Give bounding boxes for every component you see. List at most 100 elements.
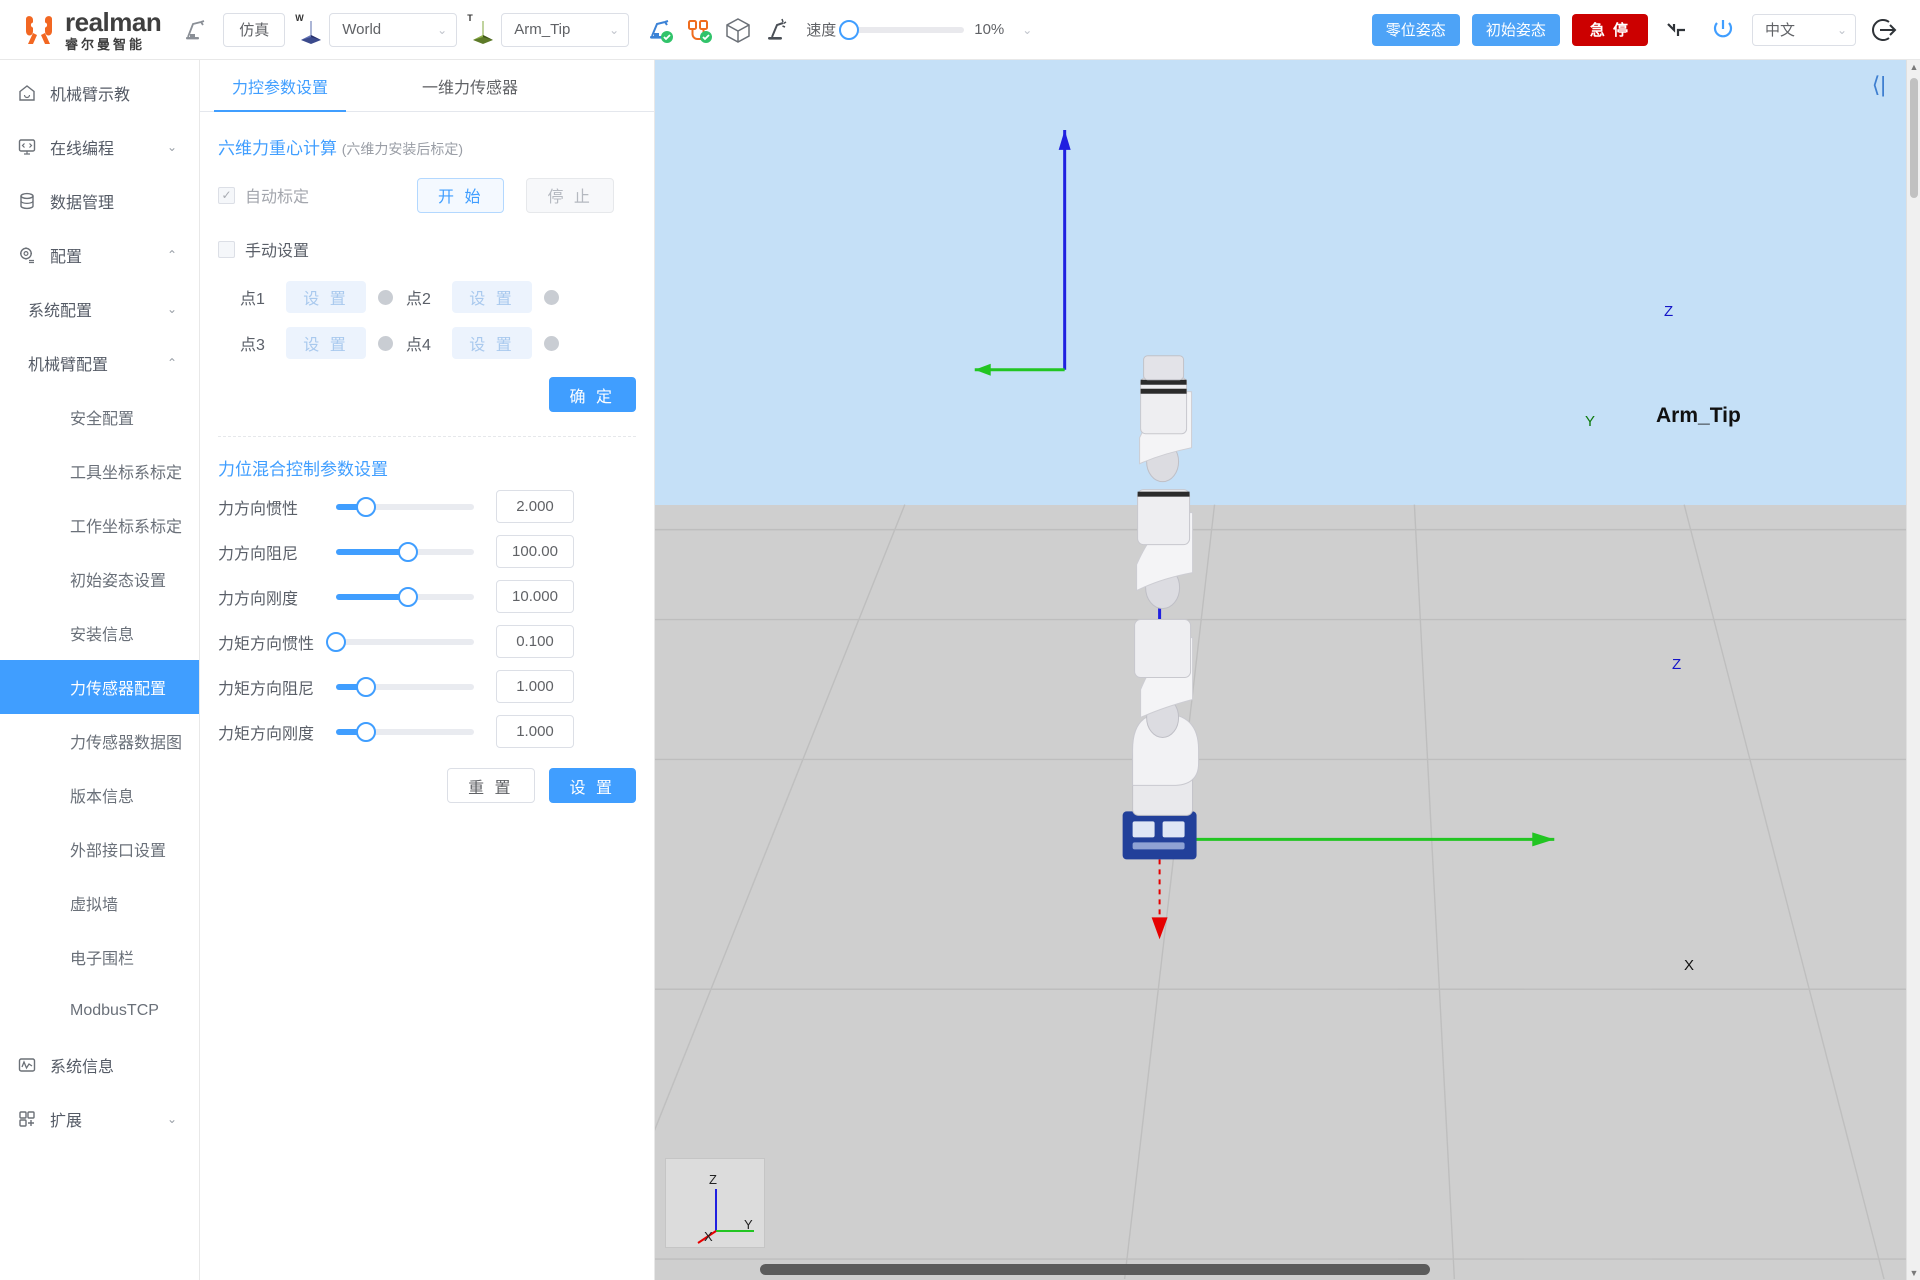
param-slider-force-stiffness[interactable] <box>336 586 474 607</box>
auto-calibration-checkbox[interactable]: ✓ <box>218 186 235 204</box>
param-slider-torque-inertia[interactable] <box>326 631 474 652</box>
world-frame-select[interactable]: World ⌄ <box>329 12 458 47</box>
param-input-torque-stiffness[interactable] <box>496 715 574 748</box>
world-z-label: Z <box>1664 303 1674 320</box>
sidebar-item-online-programming[interactable]: 在线编程 ⌄ <box>0 120 199 174</box>
stop-button[interactable]: 停 止 <box>526 177 614 213</box>
sidebar-item-version-info[interactable]: 版本信息 <box>0 768 199 822</box>
force-control-panel: 力控参数设置 一维力传感器 六维力重心计算 (六维力安装后标定) ✓ 自动标定 … <box>200 60 655 1280</box>
brand-name: realman <box>65 6 162 37</box>
slider-knob[interactable] <box>356 676 377 697</box>
point-label: 点3 <box>240 337 265 354</box>
param-input-torque-damping[interactable] <box>496 670 574 703</box>
collapse-panel-icon[interactable]: ⟨| <box>1872 72 1886 98</box>
param-input-force-damping[interactable] <box>496 535 574 568</box>
manual-setting-checkbox[interactable] <box>218 240 235 258</box>
realman-logo-icon <box>22 13 56 47</box>
sidebar-item-extensions[interactable]: 扩展 ⌄ <box>0 1092 199 1146</box>
zero-pose-button[interactable]: 零位姿态 <box>1371 13 1460 46</box>
body-row: 机械臂示教 在线编程 ⌄ 数据管理 配置 ⌃ 系统配置 ⌄ 机械臂配置 ⌃ 安全… <box>0 60 1920 1280</box>
point2-set-button[interactable]: 设 置 <box>452 281 532 313</box>
grid-icon <box>16 1108 38 1130</box>
set-button[interactable]: 设 置 <box>548 768 636 803</box>
point4-set-button[interactable]: 设 置 <box>452 327 532 359</box>
language-select[interactable]: 中文 ⌄ <box>1752 13 1856 46</box>
simulation-mode-button[interactable]: 仿真 <box>223 12 286 47</box>
init-pose-button[interactable]: 初始姿态 <box>1471 13 1560 46</box>
home-icon <box>16 82 38 104</box>
tool-frame-select[interactable]: Arm_Tip ⌄ <box>501 12 630 47</box>
param-slider-force-inertia[interactable] <box>336 496 474 517</box>
slider-knob[interactable] <box>397 541 418 562</box>
vertical-scroll-thumb[interactable] <box>1910 78 1918 198</box>
point2-status-dot <box>544 289 559 305</box>
sidebar-label: 配置 <box>50 249 83 266</box>
speed-control: 速度 10% ⌄ <box>806 19 1032 40</box>
chevron-down-icon: ⌄ <box>1836 22 1847 37</box>
point-label: 点4 <box>406 337 431 354</box>
robot-3d-viewport[interactable]: Z Y Y X Z Arm_Tip ⟨| Z Y X ▲ ▼ <box>655 60 1920 1280</box>
point-cell-1: 点1 设 置 <box>218 281 406 313</box>
confirm-button[interactable]: 确 定 <box>548 377 636 412</box>
speed-slider-knob[interactable] <box>839 19 860 40</box>
emergency-stop-button[interactable]: 急 停 <box>1571 13 1648 46</box>
chevron-up-icon: ⌃ <box>166 248 177 262</box>
point3-set-button[interactable]: 设 置 <box>286 327 366 359</box>
sidebar-item-electronic-fence[interactable]: 电子围栏 <box>0 930 199 984</box>
drag-teach-icon[interactable] <box>760 13 794 47</box>
start-button[interactable]: 开 始 <box>417 177 505 213</box>
speed-slider[interactable] <box>839 19 965 40</box>
robot-scene <box>655 129 1920 1280</box>
sidebar-item-safety-config[interactable]: 安全配置 <box>0 390 199 444</box>
sidebar-item-virtual-wall[interactable]: 虚拟墙 <box>0 876 199 930</box>
slider-knob[interactable] <box>326 631 346 652</box>
point4-status-dot <box>544 335 559 351</box>
sidebar-item-modbustcp[interactable]: ModbusTCP <box>0 984 199 1038</box>
robot-arm-icon[interactable] <box>179 13 213 47</box>
slider-knob[interactable] <box>356 496 377 517</box>
param-label: 力矩方向惯性 <box>218 635 315 653</box>
slider-knob[interactable] <box>397 586 418 607</box>
sidebar-item-arm-config[interactable]: 机械臂配置 ⌃ <box>0 336 199 390</box>
sidebar-item-install-info[interactable]: 安装信息 <box>0 606 199 660</box>
sidebar-item-system-config[interactable]: 系统配置 ⌄ <box>0 282 199 336</box>
sidebar-item-force-sensor-chart[interactable]: 力传感器数据图 <box>0 714 199 768</box>
reset-button[interactable]: 重 置 <box>447 768 535 803</box>
mini-axis-widget[interactable]: Z Y X <box>665 1158 765 1248</box>
param-input-force-inertia[interactable] <box>496 490 574 523</box>
sidebar-item-tool-frame-calib[interactable]: 工具坐标系标定 <box>0 444 199 498</box>
arm-connected-icon[interactable] <box>643 13 677 47</box>
point1-set-button[interactable]: 设 置 <box>286 281 366 313</box>
slider-knob[interactable] <box>356 721 377 742</box>
speed-chevron-down-icon[interactable]: ⌄ <box>1022 23 1032 37</box>
language-value: 中文 <box>1765 22 1796 39</box>
logout-icon[interactable] <box>1868 13 1902 47</box>
sidebar-item-system-info[interactable]: 系统信息 <box>0 1038 199 1092</box>
param-input-force-stiffness[interactable] <box>496 580 574 613</box>
param-slider-torque-stiffness[interactable] <box>336 721 474 742</box>
viewport-horizontal-scrollbar[interactable] <box>760 1264 1430 1275</box>
sidebar-item-init-pose[interactable]: 初始姿态设置 <box>0 552 199 606</box>
tab-1d-force-sensor[interactable]: 一维力传感器 <box>404 60 536 112</box>
joint-reset-icon[interactable] <box>1660 13 1694 47</box>
power-icon[interactable] <box>1706 13 1740 47</box>
sidebar-item-configuration[interactable]: 配置 ⌃ <box>0 228 199 282</box>
sidebar-item-work-frame-calib[interactable]: 工作坐标系标定 <box>0 498 199 552</box>
viewport-vertical-scrollbar[interactable]: ▲ ▼ <box>1906 60 1920 1280</box>
param-slider-torque-damping[interactable] <box>336 676 474 697</box>
calibration-title-text: 六维力重心计算 <box>218 139 337 158</box>
sidebar-item-teach[interactable]: 机械臂示教 <box>0 66 199 120</box>
scroll-up-arrow-icon[interactable]: ▲ <box>1907 60 1920 74</box>
collision-cube-icon[interactable] <box>721 13 755 47</box>
sidebar-label: 机械臂示教 <box>50 87 131 104</box>
top-toolbar: realman 睿尔曼智能 仿真 W World ⌄ T Arm_Tip ⌄ 速… <box>0 0 1920 60</box>
sidebar-item-force-sensor-config[interactable]: 力传感器配置 <box>0 660 199 714</box>
tab-force-control-params[interactable]: 力控参数设置 <box>214 60 347 112</box>
tool-frame-group: T Arm_Tip ⌄ <box>467 12 630 47</box>
sidebar-item-data-management[interactable]: 数据管理 <box>0 174 199 228</box>
sidebar-item-external-interface[interactable]: 外部接口设置 <box>0 822 199 876</box>
param-input-torque-inertia[interactable] <box>496 625 574 658</box>
param-slider-force-damping[interactable] <box>336 541 474 562</box>
scroll-down-arrow-icon[interactable]: ▼ <box>1907 1266 1920 1280</box>
cable-connected-icon[interactable] <box>682 13 716 47</box>
